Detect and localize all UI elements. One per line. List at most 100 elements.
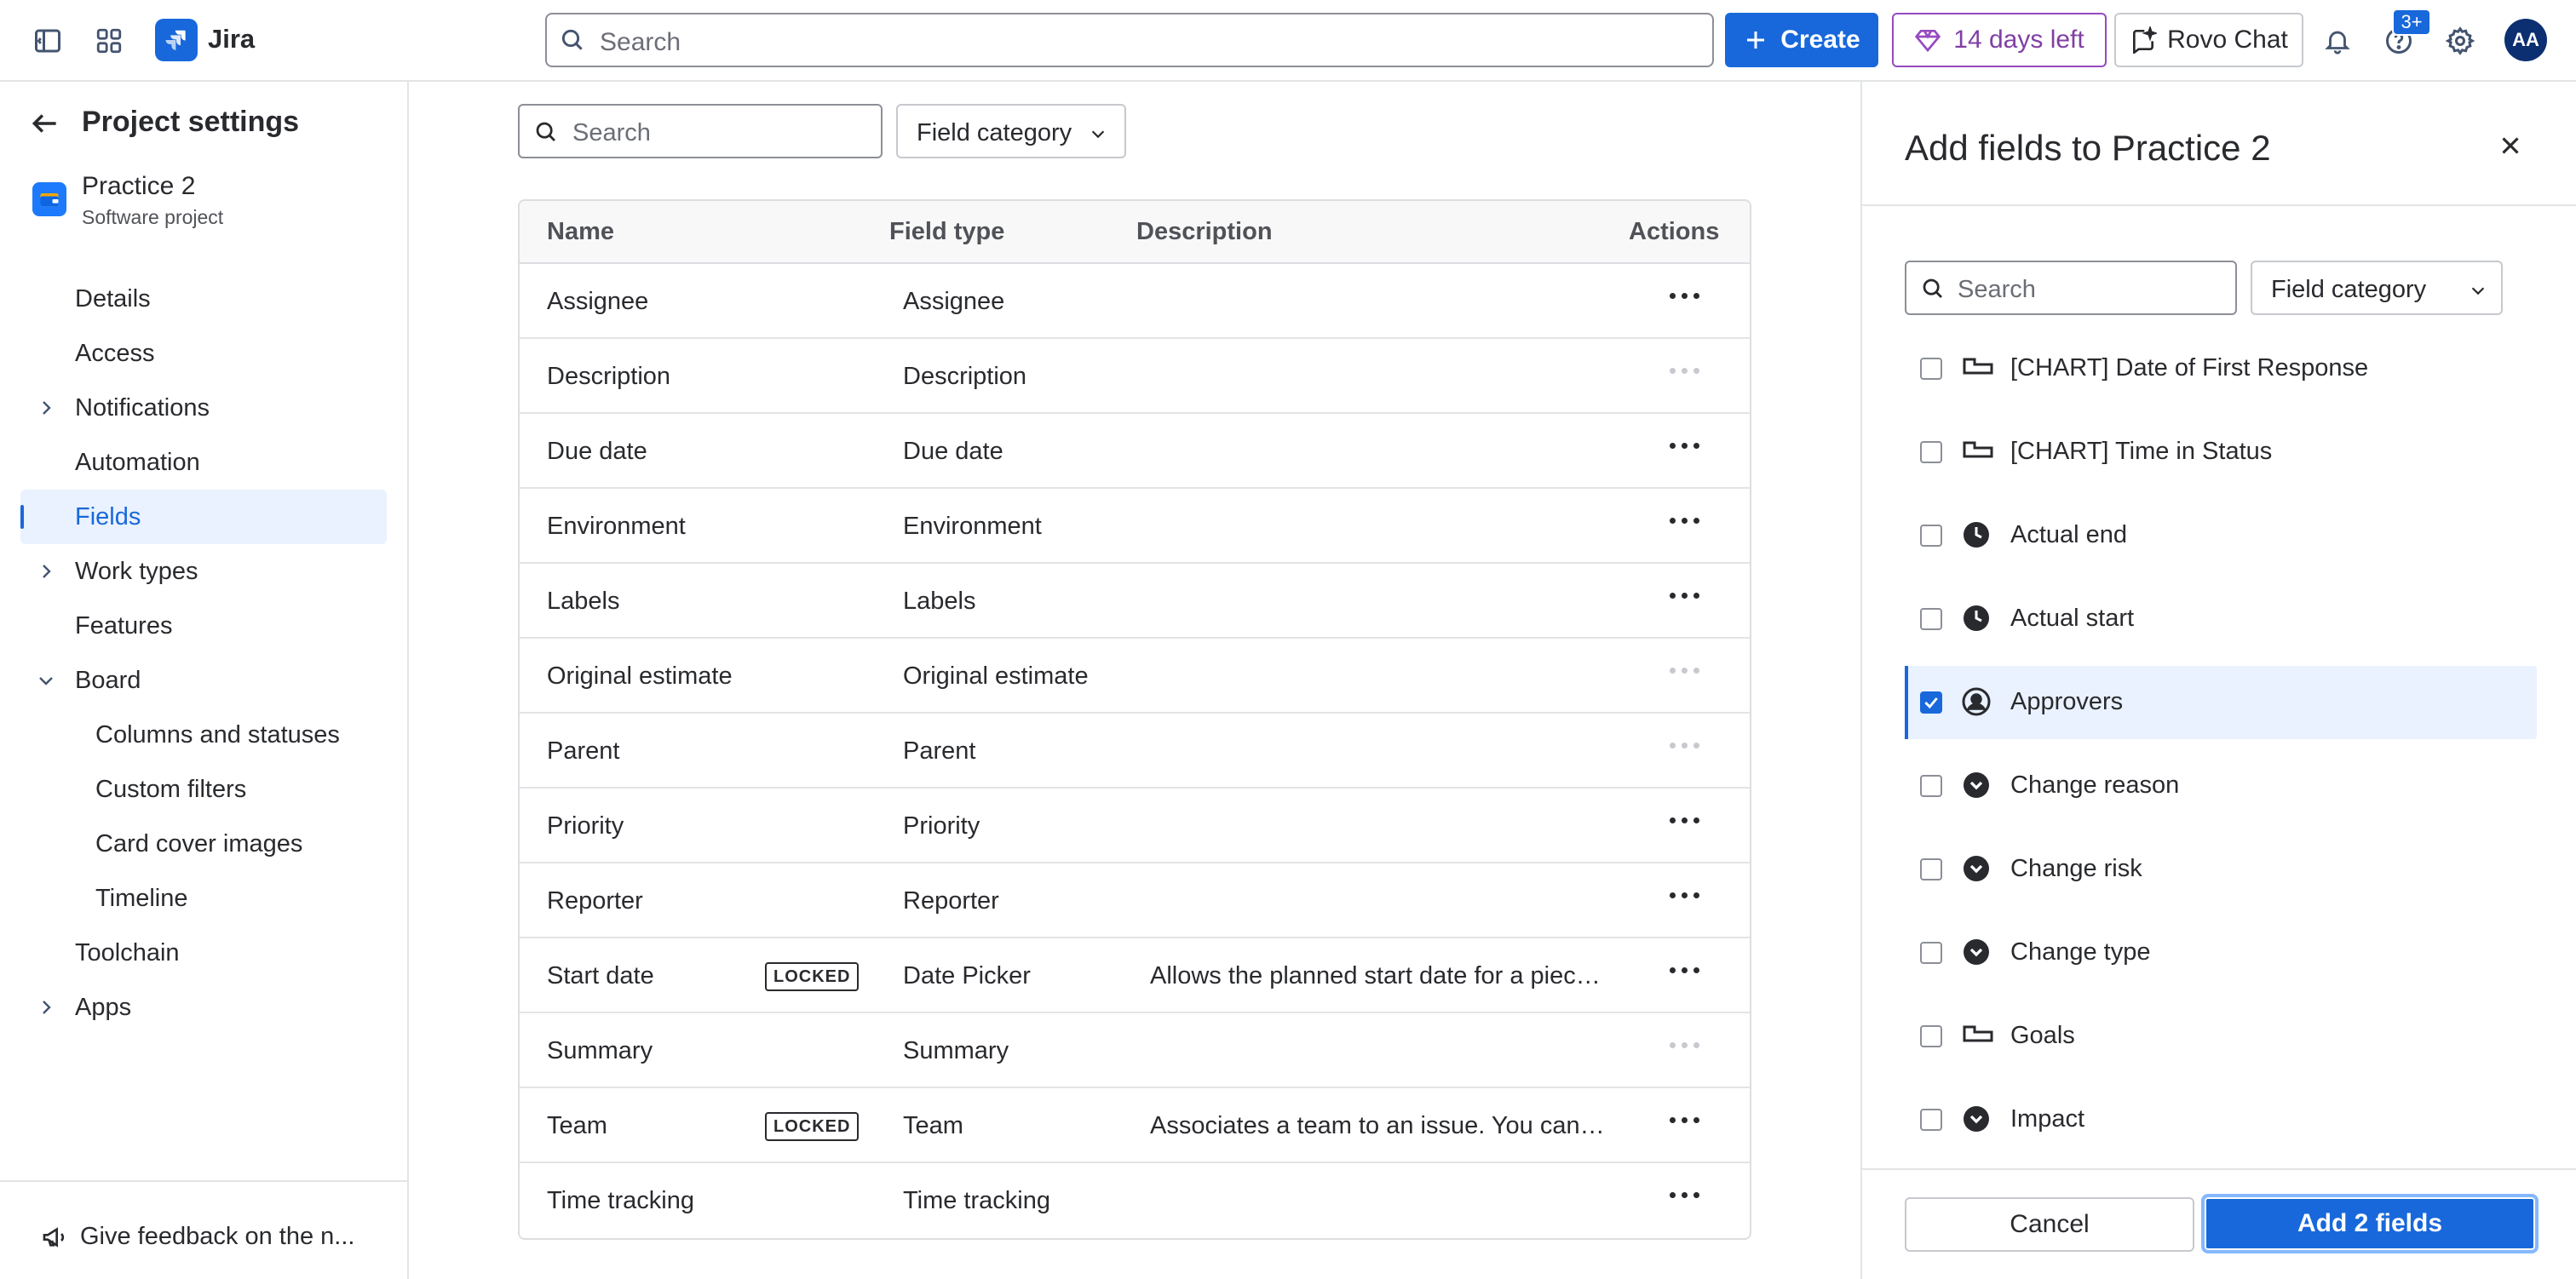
field-option-goals[interactable]: Goals: [1905, 1000, 2537, 1073]
sidebar-item-label: Access: [75, 339, 155, 367]
sidebar-item-toolchain[interactable]: Toolchain: [20, 926, 387, 980]
add-fields-button[interactable]: Add 2 fields: [2201, 1194, 2539, 1253]
more-actions-icon[interactable]: [1670, 443, 1699, 449]
panel-search-input[interactable]: Search: [1905, 261, 2237, 315]
panel-footer: Cancel Add 2 fields: [1862, 1168, 2576, 1279]
sidebar-item-details[interactable]: Details: [20, 272, 387, 326]
project-avatar-icon: [32, 182, 66, 216]
field-checkbox[interactable]: [1920, 942, 1942, 964]
field-tag-icon: [1961, 436, 1995, 467]
sidebar-item-apps[interactable]: Apps: [20, 980, 387, 1035]
close-icon[interactable]: [2496, 131, 2525, 160]
field-option-change-risk[interactable]: Change risk: [1905, 833, 2537, 906]
field-checkbox[interactable]: [1920, 608, 1942, 630]
sidebar-item-custom-filters[interactable]: Custom filters: [20, 762, 387, 817]
dropdown-icon: [1961, 937, 1992, 967]
settings-gear-icon[interactable]: [2438, 19, 2482, 63]
project-settings-sidebar: Project settings Practice 2 Software pro…: [0, 82, 409, 1279]
field-option-label: Approvers: [2010, 688, 2124, 715]
field-option-approvers[interactable]: Approvers: [1905, 666, 2537, 739]
sidebar-item-notifications[interactable]: Notifications: [20, 381, 387, 435]
table-row: Reporter Reporter: [520, 863, 1750, 938]
sidebar-item-card-cover-images[interactable]: Card cover images: [20, 817, 387, 871]
app-name[interactable]: Jira: [208, 24, 255, 54]
field-name: Reporter: [547, 887, 643, 915]
diamond-icon: [1915, 30, 1941, 53]
search-icon: [559, 26, 586, 54]
field-option-chart-date-of-first-response[interactable]: [CHART] Date of First Response: [1905, 332, 2537, 405]
more-actions-icon[interactable]: [1670, 1117, 1699, 1123]
sidebar-item-work-types[interactable]: Work types: [20, 544, 387, 599]
locked-badge: LOCKED: [765, 1112, 860, 1141]
global-search-input[interactable]: Search: [545, 13, 1714, 67]
search-icon: [1920, 276, 1946, 301]
sidebar-item-label: Toolchain: [75, 938, 180, 966]
jira-logo-icon[interactable]: [155, 19, 198, 61]
panel-divider: [1862, 204, 2576, 206]
field-checkbox-checked[interactable]: [1920, 691, 1942, 714]
more-actions-icon[interactable]: [1670, 817, 1699, 823]
create-button[interactable]: Create: [1725, 13, 1878, 67]
sidebar-toggle-icon[interactable]: [26, 19, 70, 63]
field-type: Labels: [903, 588, 976, 615]
panel-field-category-dropdown[interactable]: Field category: [2251, 261, 2503, 315]
field-checkbox[interactable]: [1920, 775, 1942, 797]
trial-button[interactable]: 14 days left: [1892, 13, 2107, 67]
app-switcher-icon[interactable]: [87, 19, 131, 63]
field-checkbox[interactable]: [1920, 1025, 1942, 1047]
plus-icon: [1747, 32, 1765, 49]
more-actions-icon[interactable]: [1670, 593, 1699, 599]
fields-search-input[interactable]: Search: [518, 104, 883, 158]
notifications-bell-icon[interactable]: [2315, 19, 2360, 63]
chevron-right-icon[interactable]: [36, 561, 56, 582]
more-actions-icon[interactable]: [1670, 293, 1699, 299]
more-actions-icon[interactable]: [1670, 892, 1699, 898]
field-type: Team: [903, 1112, 963, 1139]
field-checkbox[interactable]: [1920, 858, 1942, 880]
sidebar-item-label: Apps: [75, 993, 132, 1021]
field-checkbox[interactable]: [1920, 1109, 1942, 1131]
more-actions-icon[interactable]: [1670, 967, 1699, 973]
sidebar-item-board[interactable]: Board: [20, 653, 387, 708]
field-checkbox[interactable]: [1920, 525, 1942, 547]
field-option-change-reason[interactable]: Change reason: [1905, 749, 2537, 823]
user-avatar[interactable]: AA: [2504, 19, 2547, 61]
sidebar-item-access[interactable]: Access: [20, 326, 387, 381]
sidebar-item-label: Card cover images: [95, 829, 303, 857]
back-arrow-icon[interactable]: [29, 107, 61, 140]
table-row: Summary Summary: [520, 1013, 1750, 1088]
sidebar-item-label: Timeline: [95, 884, 188, 912]
column-header-field-type[interactable]: Field type: [889, 218, 1004, 246]
chevron-right-icon[interactable]: [36, 398, 56, 418]
rovo-chat-button[interactable]: Rovo Chat: [2114, 13, 2303, 67]
sidebar-item-timeline[interactable]: Timeline: [20, 871, 387, 926]
dropdown-icon: [1961, 853, 1992, 884]
sidebar-footer: Give feedback on the n...: [0, 1180, 407, 1279]
field-option-chart-time-in-status[interactable]: [CHART] Time in Status: [1905, 416, 2537, 489]
field-option-change-type[interactable]: Change type: [1905, 916, 2537, 989]
field-option-actual-start[interactable]: Actual start: [1905, 582, 2537, 656]
more-actions-icon[interactable]: [1670, 1192, 1699, 1198]
chevron-down-icon[interactable]: [36, 670, 56, 691]
sidebar-item-columns-and-statuses[interactable]: Columns and statuses: [20, 708, 387, 762]
sidebar-item-label: Board: [75, 666, 141, 694]
field-option-actual-end[interactable]: Actual end: [1905, 499, 2537, 572]
field-type: Parent: [903, 737, 976, 765]
sidebar-item-fields[interactable]: Fields: [20, 490, 387, 544]
give-feedback-button[interactable]: Give feedback on the n...: [41, 1223, 382, 1251]
field-option-label: Goals: [2010, 1022, 2075, 1049]
locked-badge: LOCKED: [765, 962, 860, 991]
sidebar-item-automation[interactable]: Automation: [20, 435, 387, 490]
field-option-impact[interactable]: Impact: [1905, 1083, 2537, 1156]
sidebar-item-features[interactable]: Features: [20, 599, 387, 653]
project-name[interactable]: Practice 2: [82, 172, 195, 201]
more-actions-icon[interactable]: [1670, 518, 1699, 524]
cancel-button[interactable]: Cancel: [1905, 1197, 2194, 1252]
column-header-name[interactable]: Name: [547, 218, 614, 246]
field-checkbox[interactable]: [1920, 358, 1942, 380]
chevron-right-icon[interactable]: [36, 997, 56, 1018]
field-category-dropdown[interactable]: Field category: [896, 104, 1126, 158]
field-checkbox[interactable]: [1920, 441, 1942, 463]
field-name: Assignee: [547, 288, 649, 315]
create-label: Create: [1780, 26, 1860, 54]
